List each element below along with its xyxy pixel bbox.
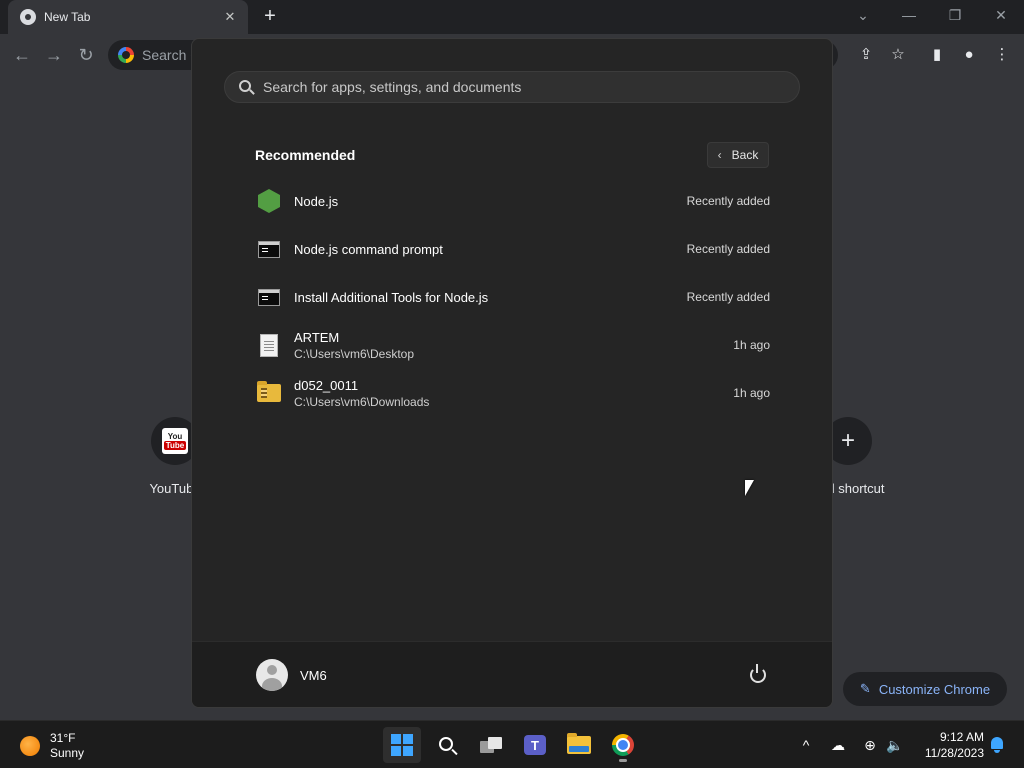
side-panel-icon[interactable]: ▮ bbox=[924, 42, 950, 68]
start-menu: Search for apps, settings, and documents… bbox=[191, 38, 833, 708]
chrome-taskbar-button[interactable] bbox=[604, 727, 642, 763]
more-menu-icon[interactable]: ⋮ bbox=[989, 42, 1015, 68]
close-window-button[interactable]: ✕ bbox=[978, 0, 1024, 30]
mouse-cursor-icon bbox=[745, 480, 754, 496]
nodejs-icon bbox=[258, 189, 280, 213]
window-controls: ⌄ — ❐ ✕ bbox=[840, 0, 1024, 34]
list-item[interactable]: Node.js Recently added bbox=[244, 177, 780, 225]
volume-muted-icon[interactable]: 🔈 bbox=[885, 735, 905, 755]
item-time: 1h ago bbox=[733, 338, 770, 352]
clock-time: 9:12 AM bbox=[939, 730, 984, 744]
forward-arrow-icon[interactable]: → bbox=[41, 42, 67, 68]
teams-icon: T bbox=[524, 735, 546, 755]
minimize-button[interactable]: — bbox=[886, 0, 932, 30]
item-name: Node.js bbox=[294, 193, 339, 209]
folder-icon bbox=[567, 733, 591, 754]
user-account-button[interactable]: VM6 bbox=[256, 659, 327, 691]
chevron-left-icon: ‹ bbox=[717, 148, 722, 162]
start-button[interactable] bbox=[383, 727, 421, 763]
item-time: Recently added bbox=[686, 290, 770, 304]
onedrive-icon[interactable]: ☁ bbox=[828, 735, 848, 755]
task-view-icon bbox=[480, 737, 502, 753]
item-time: 1h ago bbox=[733, 386, 770, 400]
user-name: VM6 bbox=[300, 667, 327, 683]
list-item[interactable]: Install Additional Tools for Node.js Rec… bbox=[244, 273, 780, 321]
search-icon bbox=[239, 80, 251, 92]
back-arrow-icon[interactable]: ← bbox=[9, 42, 35, 68]
command-prompt-icon bbox=[258, 240, 280, 258]
chrome-icon bbox=[612, 734, 634, 756]
new-tab-button[interactable]: + bbox=[259, 5, 281, 27]
customize-chrome-label: Customize Chrome bbox=[878, 681, 991, 697]
command-prompt-icon bbox=[258, 288, 280, 306]
search-icon bbox=[438, 736, 453, 751]
chevron-up-icon[interactable]: ^ bbox=[796, 735, 816, 755]
item-path: C:\Users\vm6\Downloads bbox=[294, 394, 430, 409]
windows-logo-icon bbox=[391, 734, 413, 756]
google-logo-icon bbox=[118, 47, 134, 63]
item-name: d052_0011 bbox=[294, 377, 359, 393]
taskbar-search-button[interactable] bbox=[428, 727, 466, 763]
item-time: Recently added bbox=[686, 242, 770, 256]
tab-title: New Tab bbox=[44, 10, 91, 24]
zip-folder-icon bbox=[257, 381, 281, 402]
profile-icon[interactable]: ● bbox=[956, 42, 982, 68]
item-time: Recently added bbox=[686, 194, 770, 208]
plus-icon: + bbox=[840, 427, 855, 454]
bookmark-star-icon[interactable]: ☆ bbox=[885, 42, 911, 68]
document-icon bbox=[260, 333, 278, 357]
recommended-title: Recommended bbox=[255, 147, 356, 163]
share-icon[interactable]: ⇪ bbox=[853, 42, 879, 68]
sun-icon bbox=[20, 736, 40, 756]
item-name: ARTEM bbox=[294, 329, 340, 345]
item-path: C:\Users\vm6\Desktop bbox=[294, 346, 415, 361]
tab-new-tab[interactable]: New Tab ✕ bbox=[8, 0, 248, 34]
avatar bbox=[256, 659, 288, 691]
back-label: Back bbox=[731, 148, 759, 162]
list-item[interactable]: Node.js command prompt Recently added bbox=[244, 225, 780, 273]
start-search-box[interactable]: Search for apps, settings, and documents bbox=[224, 71, 800, 103]
weather-temp: 31°F bbox=[50, 731, 76, 745]
clock-date: 11/28/2023 bbox=[924, 746, 984, 760]
tab-close-icon[interactable]: ✕ bbox=[222, 9, 238, 25]
item-name: Node.js command prompt bbox=[294, 241, 443, 257]
notification-bell-icon[interactable] bbox=[988, 735, 1006, 755]
weather-widget[interactable]: 31°F Sunny bbox=[20, 731, 84, 761]
file-explorer-button[interactable] bbox=[560, 727, 598, 763]
restore-button[interactable]: ❐ bbox=[932, 0, 978, 30]
pencil-icon: ✎ bbox=[859, 681, 871, 696]
tab-search-icon[interactable]: ⌄ bbox=[840, 0, 886, 30]
weather-condition: Sunny bbox=[50, 746, 85, 760]
youtube-icon: You Tube bbox=[162, 428, 188, 454]
start-menu-footer: VM6 bbox=[192, 641, 832, 707]
power-icon[interactable] bbox=[750, 664, 766, 683]
list-item[interactable]: d052_0011 C:\Users\vm6\Downloads 1h ago bbox=[244, 369, 780, 417]
taskbar: 31°F Sunny T ^ ☁ ⊕ 🔈 9:12 AM 11/28/2023 bbox=[0, 720, 1024, 768]
recommended-list: Node.js Recently added Node.js command p… bbox=[244, 177, 780, 417]
back-button[interactable]: ‹ Back bbox=[707, 142, 769, 168]
task-view-button[interactable] bbox=[472, 727, 510, 763]
clock[interactable]: 9:12 AM 11/28/2023 bbox=[916, 729, 984, 761]
running-indicator bbox=[619, 759, 627, 762]
network-icon[interactable]: ⊕ bbox=[860, 735, 880, 755]
item-name: Install Additional Tools for Node.js bbox=[294, 289, 489, 305]
customize-chrome-button[interactable]: ✎ Customize Chrome bbox=[843, 672, 1007, 706]
start-search-placeholder: Search for apps, settings, and documents bbox=[263, 79, 522, 95]
chrome-tab-strip: New Tab ✕ + ⌄ — ❐ ✕ bbox=[0, 0, 1024, 34]
chrome-favicon-icon bbox=[20, 9, 36, 25]
list-item[interactable]: ARTEM C:\Users\vm6\Desktop 1h ago bbox=[244, 321, 780, 369]
reload-icon[interactable]: ↻ bbox=[73, 42, 99, 68]
teams-button[interactable]: T bbox=[516, 727, 554, 763]
